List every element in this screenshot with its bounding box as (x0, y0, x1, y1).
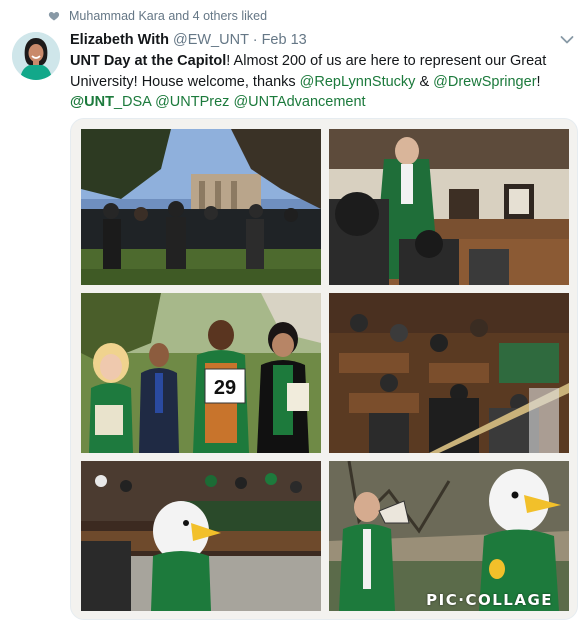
photo-mascot-gallery-image (81, 461, 321, 611)
mention-untprez[interactable]: @UNTPrez (155, 94, 229, 110)
tweet-line-2: University! House welcome, thanks @RepLy… (70, 72, 570, 93)
liked-by-text: Muhammad Kara and 4 others liked (69, 9, 268, 23)
tweet-date[interactable]: Feb 13 (262, 32, 307, 48)
photo-collage[interactable]: 29 PIC·COLLAGE (70, 118, 578, 620)
photo-megaphone-mascot-image (329, 461, 569, 611)
photo-house-chamber-speaker-image (329, 129, 569, 285)
mention-drewspringer[interactable]: @DrewSpringer (433, 74, 536, 90)
avatar[interactable] (12, 32, 60, 80)
tweet-text: UNT Day at the Capitol! Almost 200 of us… (70, 51, 570, 113)
tweet-line-3: @UNT_DSA @UNTPrez @UNTAdvancement (70, 92, 570, 113)
chevron-down-icon[interactable] (560, 35, 574, 45)
mention-replynnstucky[interactable]: @RepLynnStucky (300, 74, 416, 90)
heart-icon (48, 12, 60, 21)
avatar-image (12, 32, 60, 80)
mention-unt-rest: _DSA (113, 94, 152, 110)
photo-house-chamber-speaker[interactable] (329, 129, 569, 285)
photo-group-number-sign[interactable]: 29 (81, 293, 321, 453)
mention-untadvancement[interactable]: @UNTAdvancement (233, 94, 365, 110)
photo-capitol-lawn[interactable] (81, 129, 321, 285)
separator-dot: · (252, 32, 258, 48)
mention-unt-bold: @UNT (70, 94, 114, 110)
photo-chamber-floor[interactable] (329, 293, 569, 453)
author-handle[interactable]: @EW_UNT (173, 32, 249, 48)
tweet-line-1: UNT Day at the Capitol! Almost 200 of us… (70, 51, 570, 72)
photo-capitol-lawn-image (81, 129, 321, 285)
photo-megaphone-mascot[interactable] (329, 461, 569, 611)
tweet-headline: UNT Day at the Capitol (70, 53, 227, 69)
social-context[interactable]: Muhammad Kara and 4 others liked (48, 8, 267, 24)
photo-chamber-floor-image (329, 293, 569, 453)
photo-mascot-gallery[interactable] (81, 461, 321, 611)
tweet-text-segment: ! Almost 200 of us are here to represent… (226, 53, 547, 69)
tweet-text-segment: ! (536, 73, 541, 90)
collage-watermark: PIC·COLLAGE (426, 591, 553, 609)
tweet-text-segment: & (415, 73, 434, 90)
tweet-text-segment: University! House welcome, thanks (70, 73, 300, 90)
tweet-header: Elizabeth With @EW_UNT · Feb 13 (70, 31, 307, 49)
photo-group-number-sign-image: 29 (81, 293, 321, 453)
author-name[interactable]: Elizabeth With (70, 32, 169, 48)
mention-unt-dsa[interactable]: @UNT_DSA (70, 94, 151, 110)
number-sign-text: 29 (214, 377, 236, 399)
